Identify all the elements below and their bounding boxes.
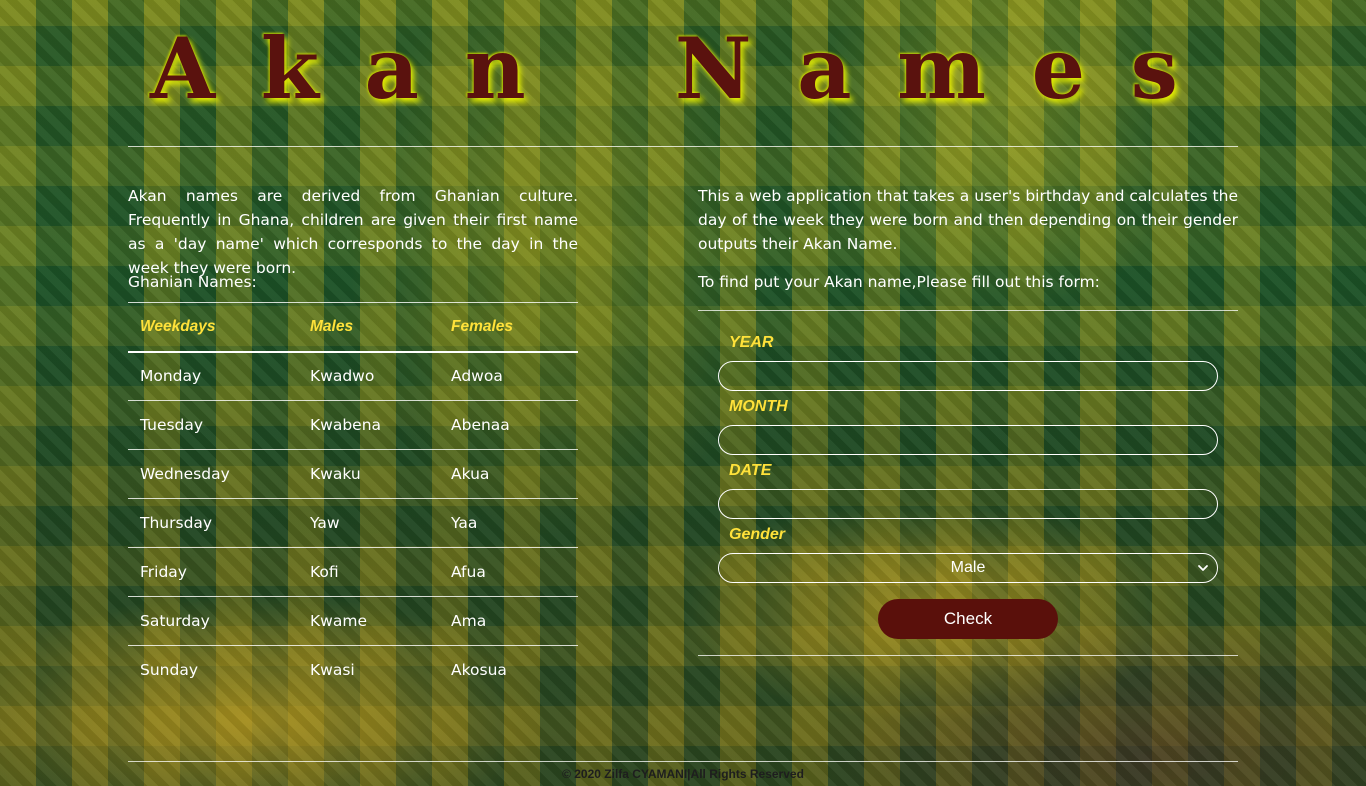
date-input[interactable] (718, 489, 1218, 519)
female-name-cell: Akua (439, 449, 578, 499)
chevron-down-icon (1197, 560, 1209, 579)
female-name-cell: Afua (439, 547, 578, 597)
weekday-cell: Monday (128, 351, 298, 401)
table-row: Tuesday Kwabena Abenaa (128, 400, 578, 450)
female-name-cell: Adwoa (439, 351, 578, 401)
column-header-males: Males (298, 302, 439, 353)
title-letter: a (797, 18, 854, 118)
form-instructions: To find put your Akan name,Please fill o… (698, 273, 1100, 291)
weekday-cell: Thursday (128, 498, 298, 548)
column-header-females: Females (439, 302, 578, 353)
female-name-cell: Yaa (439, 498, 578, 548)
male-name-cell: Kofi (298, 547, 439, 597)
page-title: A k a n N a m e s (150, 18, 1180, 118)
title-letter: n (464, 18, 528, 118)
table-row: Thursday Yaw Yaa (128, 498, 578, 548)
male-name-cell: Kwaku (298, 449, 439, 499)
male-name-cell: Yaw (298, 498, 439, 548)
weekday-cell: Tuesday (128, 400, 298, 450)
title-letter: k (260, 18, 321, 118)
male-name-cell: Kwasi (310, 661, 355, 680)
male-name-cell: Kwame (298, 596, 439, 646)
akan-names-table: Weekdays Males Females Monday Kwadwo Adw… (128, 302, 578, 695)
form-top-divider (698, 310, 1238, 311)
year-input[interactable] (718, 361, 1218, 391)
date-label: DATE (729, 462, 772, 479)
title-letter: e (1031, 18, 1088, 118)
title-letter: s (1130, 18, 1180, 118)
title-letter: N (674, 18, 754, 118)
table-header-row: Weekdays Males Females (128, 302, 578, 353)
table-row: Monday Kwadwo Adwoa (128, 351, 578, 401)
male-name-cell: Kwadwo (298, 351, 439, 401)
male-name-cell: Kwabena (298, 400, 439, 450)
title-letter: a (364, 18, 421, 118)
year-label: YEAR (729, 334, 774, 351)
ghanian-names-heading: Ghanian Names: (128, 273, 257, 291)
title-letter: m (897, 18, 989, 118)
table-row: Wednesday Kwaku Akua (128, 449, 578, 499)
app-description-text: This a web application that takes a user… (698, 187, 1238, 253)
column-header-weekdays: Weekdays (128, 302, 298, 353)
table-row: Saturday Kwame Ama (128, 596, 578, 646)
gender-label: Gender (729, 526, 786, 543)
month-input[interactable] (718, 425, 1218, 455)
table-row: Friday Kofi Afua (128, 547, 578, 597)
footer-copyright: © 2020 Zilfa CYAMANI|All Rights Reserved (562, 767, 804, 781)
gender-selected-value: Male (950, 559, 986, 576)
title-letter: A (150, 18, 218, 118)
weekday-cell: Friday (128, 547, 298, 597)
page: A k a n N a m e s Akan names are derived… (0, 0, 1366, 786)
female-name-cell: Abenaa (439, 400, 578, 450)
header-divider (128, 146, 1238, 147)
female-name-cell: Akosua (451, 661, 507, 680)
footer-divider (128, 761, 1238, 762)
form-bottom-divider (698, 655, 1238, 656)
weekday-cell: Sunday (140, 661, 198, 680)
akan-intro-text: Akan names are derived from Ghanian cult… (128, 187, 578, 277)
gender-select[interactable]: Male (718, 553, 1218, 583)
month-label: MONTH (729, 398, 788, 415)
check-button[interactable]: Check (878, 599, 1058, 639)
female-name-cell: Ama (439, 596, 578, 646)
weekday-cell: Wednesday (128, 449, 298, 499)
table-row: Sunday Kwasi Akosua (128, 646, 578, 695)
weekday-cell: Saturday (128, 596, 298, 646)
